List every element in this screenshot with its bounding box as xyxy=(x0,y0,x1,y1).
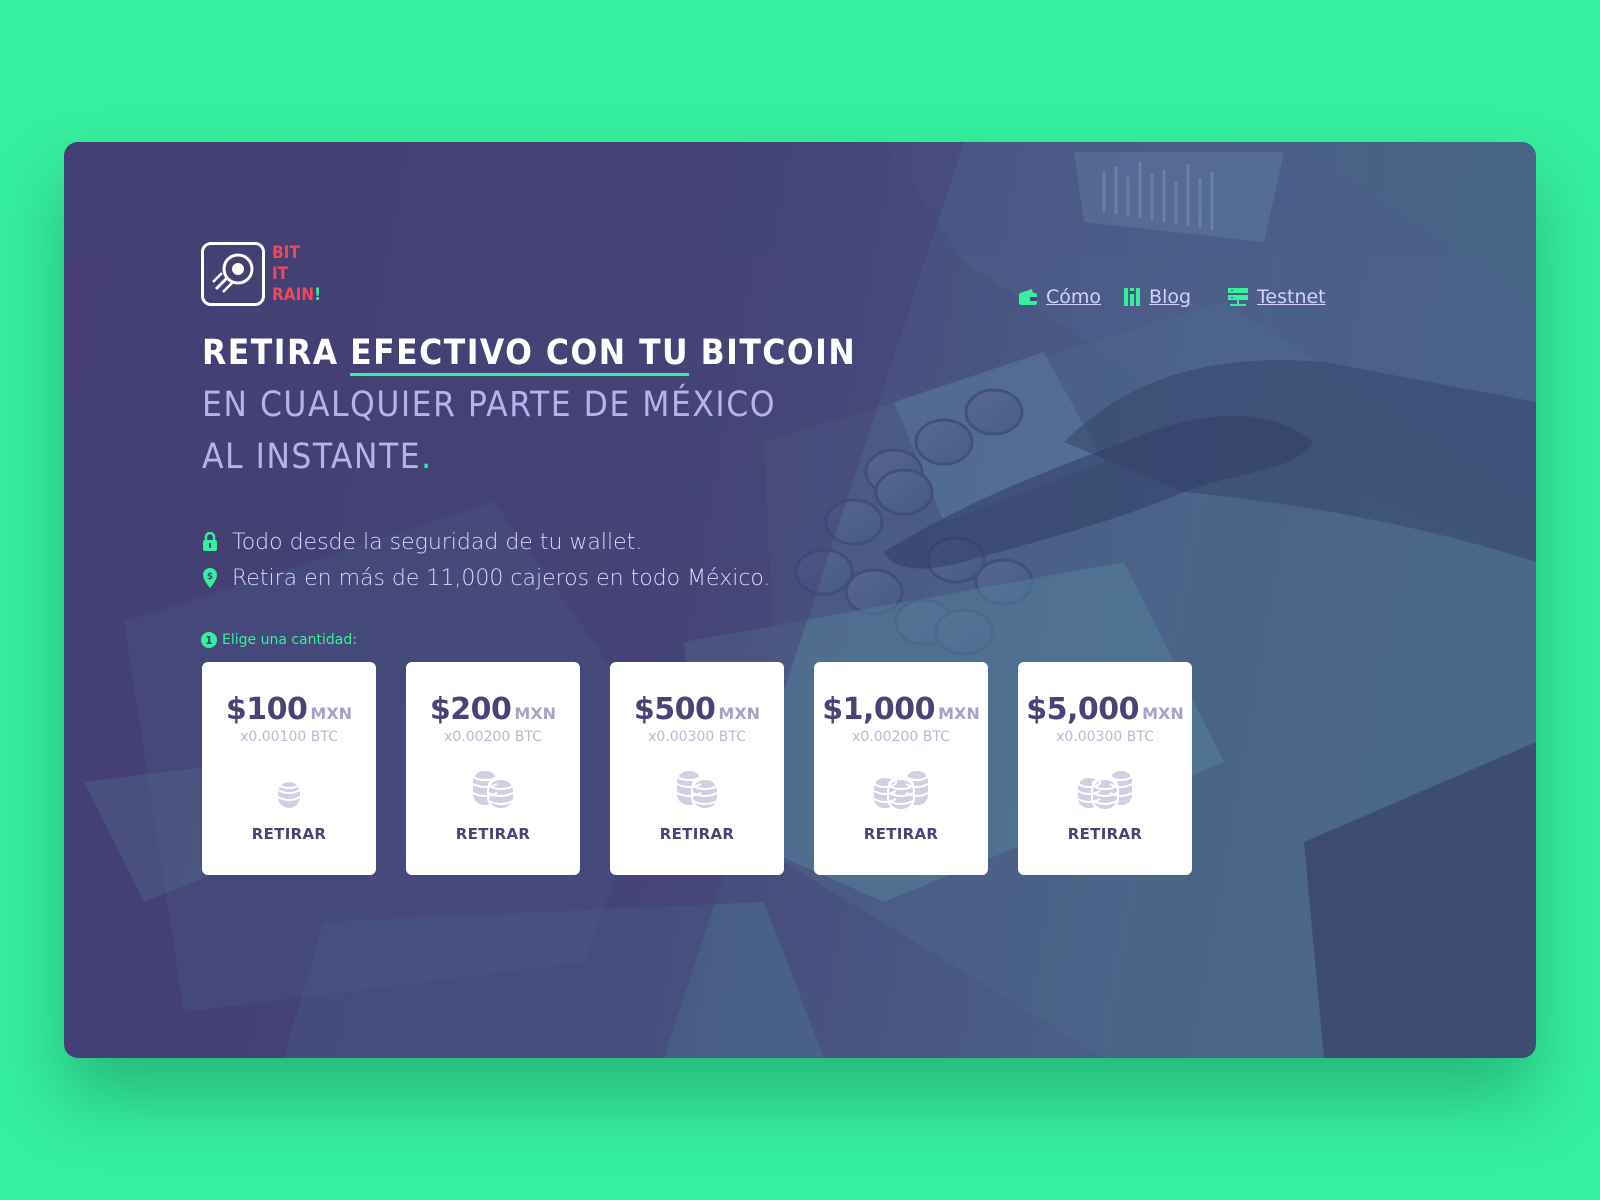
lock-icon xyxy=(203,532,217,551)
brand-line-bit: BIT xyxy=(272,242,300,263)
amount-card-500[interactable]: $500 MXN x0.00300 BTC RETIRAR xyxy=(610,662,784,875)
brand-wordmark: BIT IT RAIN! xyxy=(272,243,321,306)
coin-stack-1-icon xyxy=(276,777,302,810)
feature-security-text: Todo desde la seguridad de tu wallet. xyxy=(232,529,643,555)
feature-atms: $ Retira en más de 11,000 cajeros en tod… xyxy=(202,560,771,596)
headline-dot: . xyxy=(421,437,433,477)
card-btc-value: x0.00200 BTC xyxy=(444,729,542,745)
card-currency: MXN xyxy=(718,704,761,723)
brand-line-it: IT xyxy=(272,263,289,284)
nav-link-blog[interactable]: Blog xyxy=(1123,286,1191,308)
coin-stack-2-icon xyxy=(471,769,515,810)
card-btc-value: x0.00200 BTC xyxy=(852,729,950,745)
headline-line-2: EN CUALQUIER PARTE DE MÉXICO xyxy=(202,385,776,425)
step-indicator: 1 Elige una cantidad: xyxy=(201,632,357,648)
coin-stack-3-icon xyxy=(1076,769,1134,811)
feature-atms-text: Retira en más de 11,000 cajeros en todo … xyxy=(232,565,771,591)
card-amount: $200 xyxy=(429,692,512,727)
card-amount: $100 xyxy=(225,692,308,727)
card-currency: MXN xyxy=(938,704,980,723)
card-amount: $5,000 xyxy=(1026,692,1140,727)
server-icon xyxy=(1228,288,1249,306)
coin-stack-3-icon xyxy=(872,769,930,811)
brand-exclamation: ! xyxy=(314,284,322,305)
card-withdraw-button[interactable]: RETIRAR xyxy=(252,825,326,843)
feature-security: Todo desde la seguridad de tu wallet. xyxy=(202,524,771,560)
card-currency: MXN xyxy=(1142,704,1184,723)
location-pin-icon: $ xyxy=(203,568,217,588)
card-btc-value: x0.00300 BTC xyxy=(648,729,746,745)
page-headline: RETIRA EFECTIVO CON TU BITCOIN EN CUALQU… xyxy=(202,327,856,483)
step-number-badge: 1 xyxy=(201,632,217,648)
coin-stack-2-icon xyxy=(675,769,719,810)
card-withdraw-button[interactable]: RETIRAR xyxy=(456,825,530,843)
amount-card-5000[interactable]: $5,000 MXN x0.00300 BTC RETIRAR xyxy=(1018,662,1192,875)
step-label-text: Elige una cantidad: xyxy=(222,632,357,648)
brand-line-rain: RAIN xyxy=(272,284,315,305)
svg-text:$: $ xyxy=(207,572,213,582)
card-amount: $1,000 xyxy=(822,692,936,727)
hero-panel: BIT IT RAIN! Cómo Blog Testnet RETIRA EF… xyxy=(64,142,1536,1058)
amount-card-200[interactable]: $200 MXN x0.00200 BTC RETIRAR xyxy=(406,662,580,875)
book-icon xyxy=(1124,288,1141,306)
feature-list: Todo desde la seguridad de tu wallet. $ … xyxy=(202,524,771,596)
nav-link-testnet[interactable]: Testnet xyxy=(1227,286,1326,308)
nav-label-testnet: Testnet xyxy=(1257,286,1326,308)
headline-word-bitcoin: BITCOIN xyxy=(700,333,857,373)
amount-card-100[interactable]: $100 MXN x0.00100 BTC RETIRAR xyxy=(202,662,376,875)
wallet-icon xyxy=(1019,289,1037,305)
card-btc-value: x0.00300 BTC xyxy=(1056,729,1154,745)
card-currency: MXN xyxy=(310,704,353,723)
headline-line-3: AL INSTANTE xyxy=(202,437,422,477)
brand-logo[interactable]: BIT IT RAIN! xyxy=(201,242,321,306)
card-withdraw-button[interactable]: RETIRAR xyxy=(864,825,938,843)
headline-highlight: EFECTIVO CON TU xyxy=(350,333,690,376)
top-nav: Cómo Blog Testnet xyxy=(1018,286,1326,308)
card-withdraw-button[interactable]: RETIRAR xyxy=(1068,825,1142,843)
headline-word-retira: RETIRA xyxy=(202,333,339,373)
nav-label-blog: Blog xyxy=(1149,286,1192,308)
rocket-coin-icon xyxy=(201,242,265,306)
nav-link-como[interactable]: Cómo xyxy=(1018,286,1101,308)
card-btc-value: x0.00100 BTC xyxy=(240,729,338,745)
card-withdraw-button[interactable]: RETIRAR xyxy=(660,825,734,843)
card-amount: $500 xyxy=(633,692,716,727)
amount-card-1000[interactable]: $1,000 MXN x0.00200 BTC RETIRAR xyxy=(814,662,988,875)
nav-label-como: Cómo xyxy=(1046,286,1102,308)
amount-card-list: $100 MXN x0.00100 BTC RETIRAR $200 MXN x… xyxy=(202,662,1192,875)
card-currency: MXN xyxy=(514,704,557,723)
